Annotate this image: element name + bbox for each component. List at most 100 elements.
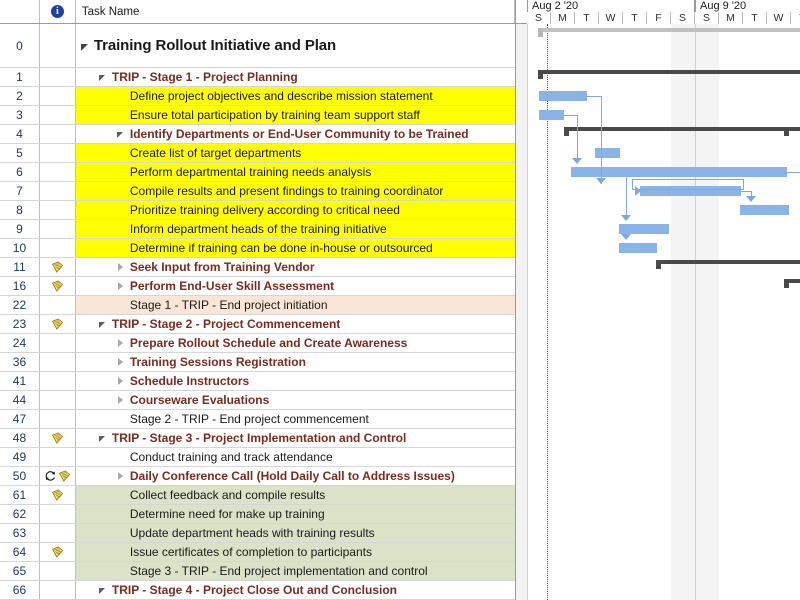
row-indicators-cell[interactable] bbox=[40, 296, 76, 314]
row-id-cell[interactable]: 50 bbox=[0, 467, 40, 485]
row-indicators-cell[interactable] bbox=[40, 581, 76, 599]
collapse-triangle-icon[interactable] bbox=[98, 585, 109, 596]
row-task-name-cell[interactable]: Define project objectives and describe m… bbox=[76, 87, 515, 105]
row-id-cell[interactable]: 0 bbox=[0, 24, 40, 67]
column-header-id[interactable] bbox=[0, 0, 40, 23]
row-task-name-cell[interactable]: TRIP - Stage 3 - Project Implementation … bbox=[76, 429, 515, 447]
row-task-name-cell[interactable]: Inform department heads of the training … bbox=[76, 220, 515, 238]
row-indicators-cell[interactable] bbox=[40, 239, 76, 257]
table-row[interactable]: 24Prepare Rollout Schedule and Create Aw… bbox=[0, 334, 515, 353]
notes-icon[interactable] bbox=[51, 489, 64, 501]
row-indicators-cell[interactable] bbox=[40, 543, 76, 561]
row-task-name-cell[interactable]: Perform departmental training needs anal… bbox=[76, 163, 515, 181]
table-row[interactable]: 3Ensure total participation by training … bbox=[0, 106, 515, 125]
row-indicators-cell[interactable] bbox=[40, 372, 76, 390]
table-row[interactable]: 5Create list of target departments bbox=[0, 144, 515, 163]
row-id-cell[interactable]: 22 bbox=[0, 296, 40, 314]
row-indicators-cell[interactable] bbox=[40, 201, 76, 219]
row-id-cell[interactable]: 47 bbox=[0, 410, 40, 428]
row-indicators-cell[interactable] bbox=[40, 315, 76, 333]
row-indicators-cell[interactable] bbox=[40, 391, 76, 409]
table-row[interactable]: 23TRIP - Stage 2 - Project Commencement bbox=[0, 315, 515, 334]
table-row[interactable]: 41Schedule Instructors bbox=[0, 372, 515, 391]
row-indicators-cell[interactable] bbox=[40, 220, 76, 238]
table-row[interactable]: 11 Seek Input from Training Vendor bbox=[0, 258, 515, 277]
row-id-cell[interactable]: 64 bbox=[0, 543, 40, 561]
expand-triangle-icon[interactable] bbox=[116, 395, 127, 406]
row-task-name-cell[interactable]: Courseware Evaluations bbox=[76, 391, 515, 409]
collapse-triangle-icon[interactable] bbox=[80, 40, 91, 51]
row-indicators-cell[interactable] bbox=[40, 448, 76, 466]
row-id-cell[interactable]: 49 bbox=[0, 448, 40, 466]
summary-bar-stage1[interactable] bbox=[538, 70, 800, 74]
expand-triangle-icon[interactable] bbox=[116, 376, 127, 387]
row-task-name-cell[interactable]: Training Rollout Initiative and Plan bbox=[76, 24, 515, 67]
table-row[interactable]: 47 Stage 2 - TRIP - End project commencem… bbox=[0, 410, 515, 429]
notes-icon[interactable] bbox=[51, 432, 64, 444]
row-id-cell[interactable]: 36 bbox=[0, 353, 40, 371]
task-bar[interactable] bbox=[619, 224, 669, 234]
row-indicators-cell[interactable] bbox=[40, 277, 76, 295]
table-row[interactable]: 22 Stage 1 - TRIP - End project initiatio… bbox=[0, 296, 515, 315]
row-task-name-cell[interactable]: Collect feedback and compile results bbox=[76, 486, 515, 504]
recurring-task-icon[interactable] bbox=[44, 470, 57, 482]
row-id-cell[interactable]: 65 bbox=[0, 562, 40, 580]
table-row[interactable]: 16Perform End-User Skill Assessment bbox=[0, 277, 515, 296]
row-indicators-cell[interactable] bbox=[40, 353, 76, 371]
table-row[interactable]: 36Training Sessions Registration bbox=[0, 353, 515, 372]
project-summary-bar[interactable] bbox=[538, 28, 800, 32]
row-id-cell[interactable]: 61 bbox=[0, 486, 40, 504]
row-id-cell[interactable]: 6 bbox=[0, 163, 40, 181]
row-task-name-cell[interactable]: TRIP - Stage 4 - Project Close Out and C… bbox=[76, 581, 515, 599]
collapse-triangle-icon[interactable] bbox=[116, 129, 127, 140]
row-id-cell[interactable]: 8 bbox=[0, 201, 40, 219]
row-task-name-cell[interactable]: Update department heads with training re… bbox=[76, 524, 515, 542]
table-row[interactable]: 66TRIP - Stage 4 - Project Close Out and… bbox=[0, 581, 515, 600]
task-bar[interactable] bbox=[740, 205, 789, 215]
summary-bar-identify-departments[interactable] bbox=[564, 127, 800, 131]
table-row[interactable]: 62Determine need for make up training bbox=[0, 505, 515, 524]
expand-triangle-icon[interactable] bbox=[116, 471, 127, 482]
table-row[interactable]: 65Stage 3 - TRIP - End project implement… bbox=[0, 562, 515, 581]
row-id-cell[interactable]: 11 bbox=[0, 258, 40, 276]
row-task-name-cell[interactable]: Seek Input from Training Vendor bbox=[76, 258, 515, 276]
row-indicators-cell[interactable] bbox=[40, 182, 76, 200]
table-row[interactable]: 61 Collect feedback and compile results bbox=[0, 486, 515, 505]
row-id-cell[interactable]: 7 bbox=[0, 182, 40, 200]
row-indicators-cell[interactable] bbox=[40, 334, 76, 352]
table-row[interactable]: 50 Daily Conference Call (Hold Daily Call… bbox=[0, 467, 515, 486]
row-id-cell[interactable]: 48 bbox=[0, 429, 40, 447]
notes-icon[interactable] bbox=[51, 318, 64, 330]
row-indicators-cell[interactable] bbox=[40, 125, 76, 143]
row-task-name-cell[interactable]: Prioritize training delivery according t… bbox=[76, 201, 515, 219]
row-task-name-cell[interactable]: Stage 2 - TRIP - End project commencemen… bbox=[76, 410, 515, 428]
row-id-cell[interactable]: 10 bbox=[0, 239, 40, 257]
summary-bar-seek-input[interactable] bbox=[656, 260, 800, 264]
row-indicators-cell[interactable] bbox=[40, 486, 76, 504]
column-header-indicators[interactable]: i bbox=[40, 0, 76, 23]
collapse-triangle-icon[interactable] bbox=[98, 72, 109, 83]
row-task-name-cell[interactable]: Issue certificates of completion to part… bbox=[76, 543, 515, 561]
table-row[interactable]: 64 Issue certificates of completion to pa… bbox=[0, 543, 515, 562]
row-task-name-cell[interactable]: Prepare Rollout Schedule and Create Awar… bbox=[76, 334, 515, 352]
row-id-cell[interactable]: 44 bbox=[0, 391, 40, 409]
row-indicators-cell[interactable] bbox=[40, 68, 76, 86]
row-indicators-cell[interactable] bbox=[40, 87, 76, 105]
table-row[interactable]: 7Compile results and present findings to… bbox=[0, 182, 515, 201]
row-task-name-cell[interactable]: Daily Conference Call (Hold Daily Call t… bbox=[76, 467, 515, 485]
row-indicators-cell[interactable] bbox=[40, 106, 76, 124]
row-id-cell[interactable]: 23 bbox=[0, 315, 40, 333]
row-task-name-cell[interactable]: TRIP - Stage 1 - Project Planning bbox=[76, 68, 515, 86]
row-task-name-cell[interactable]: Conduct training and track attendance bbox=[76, 448, 515, 466]
row-indicators-cell[interactable] bbox=[40, 505, 76, 523]
task-bar[interactable] bbox=[619, 243, 657, 253]
row-indicators-cell[interactable] bbox=[40, 467, 76, 485]
table-row[interactable]: 8 Prioritize training delivery according … bbox=[0, 201, 515, 220]
row-id-cell[interactable]: 63 bbox=[0, 524, 40, 542]
table-row[interactable]: 6 Perform departmental training needs ana… bbox=[0, 163, 515, 182]
table-row[interactable]: 4Identify Departments or End-User Commun… bbox=[0, 125, 515, 144]
row-task-name-cell[interactable]: Create list of target departments bbox=[76, 144, 515, 162]
row-task-name-cell[interactable]: Stage 1 - TRIP - End project initiation bbox=[76, 296, 515, 314]
table-row[interactable]: 0 Training Rollout Initiative and Plan bbox=[0, 24, 515, 68]
notes-icon[interactable] bbox=[58, 470, 71, 482]
